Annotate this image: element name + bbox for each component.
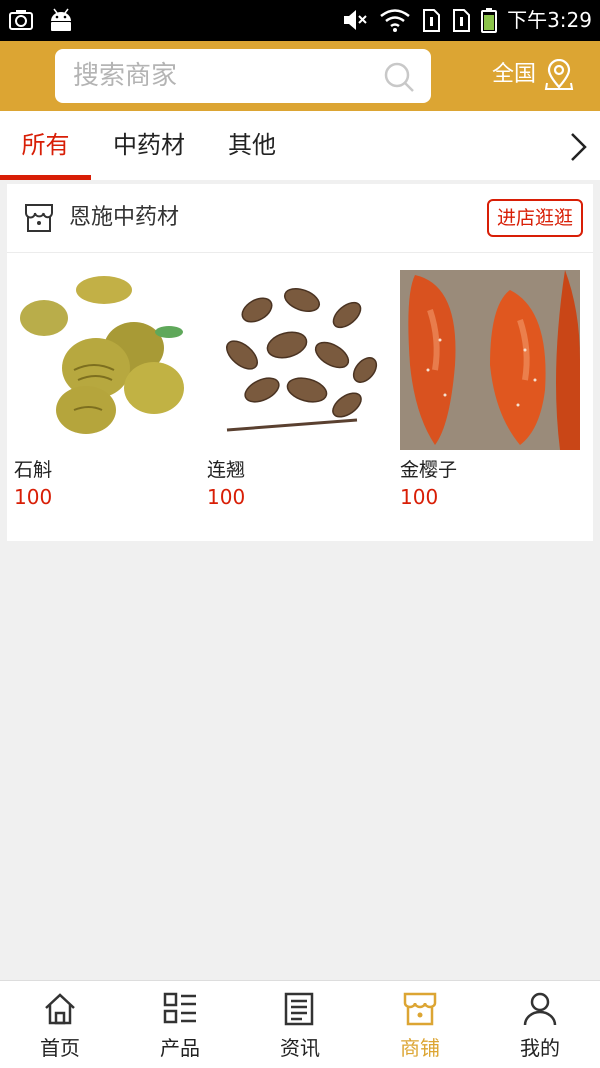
user-icon <box>523 992 557 1026</box>
dendrobium-image[interactable] <box>14 270 194 450</box>
product-price: 100 <box>14 485 53 509</box>
product-name: 连翘 <box>207 459 246 481</box>
active-tab-indicator <box>0 175 91 180</box>
region-selector[interactable]: 全国 <box>492 59 574 91</box>
storefront-icon <box>25 204 53 232</box>
sim2-icon <box>453 9 471 32</box>
product-name: 石斛 <box>14 459 53 481</box>
nav-label: 商铺 <box>400 1036 440 1060</box>
category-tabs: 所有 中药材 其他 <box>0 111 600 180</box>
mute-icon <box>344 10 367 30</box>
location-icon <box>544 59 574 90</box>
sim1-icon <box>423 9 441 32</box>
header-bar: 搜索商家 全国 <box>0 41 600 111</box>
tab-herbs[interactable]: 中药材 <box>100 111 198 180</box>
product-card[interactable]: 连翘 100 <box>207 270 387 510</box>
status-time: 下午3:29 <box>507 8 592 32</box>
shop-header[interactable]: 恩施中药材 进店逛逛 <box>7 184 593 253</box>
forsythia-image[interactable] <box>207 270 387 450</box>
region-label: 全国 <box>492 62 537 87</box>
product-card[interactable]: 石斛 100 <box>14 270 194 510</box>
nav-products[interactable]: 产品 <box>120 981 240 1068</box>
shop-icon <box>403 992 437 1026</box>
chevron-right-icon[interactable] <box>566 131 590 163</box>
status-bar: 下午3:29 <box>0 0 600 41</box>
shop-name: 恩施中药材 <box>69 205 180 230</box>
news-icon <box>284 992 314 1026</box>
rosa-laevigata-image[interactable] <box>400 270 580 450</box>
product-list-icon <box>163 992 196 1024</box>
nav-label: 首页 <box>40 1036 80 1060</box>
product-name: 金樱子 <box>400 459 458 481</box>
product-price: 100 <box>207 485 246 509</box>
search-icon[interactable] <box>383 61 415 93</box>
nav-me[interactable]: 我的 <box>480 981 600 1068</box>
search-input[interactable]: 搜索商家 <box>55 49 431 103</box>
home-icon <box>45 993 75 1025</box>
shop-card: 恩施中药材 进店逛逛 石斛 100 连翘 100 金樱子 100 <box>7 184 593 541</box>
android-icon <box>51 8 71 31</box>
search-placeholder: 搜索商家 <box>73 61 178 91</box>
nav-label: 产品 <box>160 1036 200 1060</box>
tab-other[interactable]: 其他 <box>212 111 292 180</box>
product-price: 100 <box>400 485 439 509</box>
screenshot-icon <box>9 10 33 30</box>
nav-home[interactable]: 首页 <box>0 981 120 1068</box>
nav-label: 资讯 <box>280 1036 320 1060</box>
bottom-nav: 首页 产品 资讯 商铺 我的 <box>0 980 600 1068</box>
nav-news[interactable]: 资讯 <box>240 981 360 1068</box>
nav-label: 我的 <box>520 1036 560 1060</box>
nav-shops[interactable]: 商铺 <box>360 981 480 1068</box>
wifi-icon <box>380 9 410 32</box>
tab-all[interactable]: 所有 <box>0 111 91 180</box>
product-card[interactable]: 金樱子 100 <box>400 270 580 510</box>
battery-icon <box>481 8 498 33</box>
visit-shop-button[interactable]: 进店逛逛 <box>486 199 583 237</box>
